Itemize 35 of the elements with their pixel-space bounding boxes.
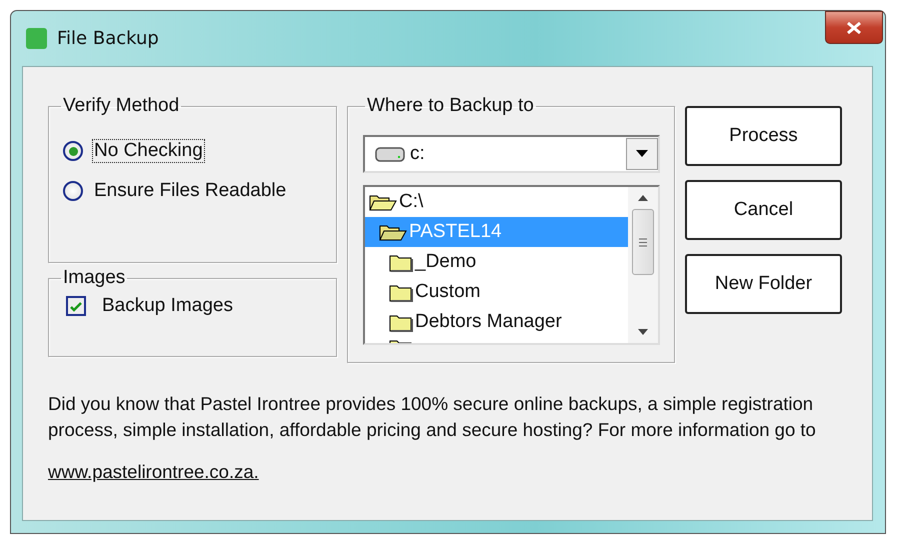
scroll-down-icon bbox=[638, 329, 648, 335]
app-icon bbox=[26, 28, 47, 49]
radio-label[interactable]: No Checking bbox=[92, 139, 205, 163]
scroll-thumb[interactable] bbox=[632, 209, 654, 275]
radio-button[interactable] bbox=[63, 181, 83, 201]
dialog-button[interactable]: Process bbox=[685, 106, 842, 166]
dialog-button[interactable]: Cancel bbox=[685, 180, 842, 240]
open-folder-icon bbox=[369, 193, 397, 211]
drive-dropdown[interactable]: c: bbox=[363, 135, 660, 173]
info-text: Did you know that Pastel Irontree provides 100% secure online backups, a simple registration process, simple installation, affordable pricing and secure hosting? For more information go to bbox=[48, 392, 817, 442]
radio-label[interactable]: Ensure Files Readable bbox=[92, 179, 288, 203]
tree-item[interactable]: C:\ bbox=[365, 187, 628, 217]
dialog-button[interactable]: New Folder bbox=[685, 254, 842, 314]
window-title: File Backup bbox=[57, 28, 160, 49]
radio-button[interactable] bbox=[63, 141, 83, 161]
tree-item[interactable]: Custom bbox=[365, 277, 628, 307]
website-link[interactable]: www.pastelirontree.co.za. bbox=[48, 461, 259, 483]
grip-icon bbox=[639, 238, 647, 246]
checkbox[interactable] bbox=[66, 296, 86, 316]
check-icon bbox=[70, 300, 82, 312]
open-folder-icon bbox=[379, 223, 407, 241]
tree-item[interactable]: Debtors Manager bbox=[365, 307, 628, 337]
dropdown-value: c: bbox=[410, 143, 426, 165]
drive-icon bbox=[375, 145, 405, 163]
folder-tree[interactable]: C:\ PASTEL14 _Demo Custom Debtors Manager bbox=[363, 185, 660, 345]
scroll-up-icon bbox=[638, 195, 648, 201]
caret-icon bbox=[636, 150, 648, 158]
group-title: Verify Method bbox=[62, 95, 180, 117]
tree-item[interactable]: _Demo bbox=[365, 247, 628, 277]
checkbox-label[interactable]: Backup Images bbox=[102, 295, 233, 317]
close-button[interactable] bbox=[825, 11, 883, 44]
group-title: Images bbox=[62, 267, 126, 289]
group-title: Where to Backup to bbox=[366, 95, 535, 117]
scrollbar[interactable] bbox=[628, 187, 658, 343]
close-icon bbox=[846, 22, 862, 34]
